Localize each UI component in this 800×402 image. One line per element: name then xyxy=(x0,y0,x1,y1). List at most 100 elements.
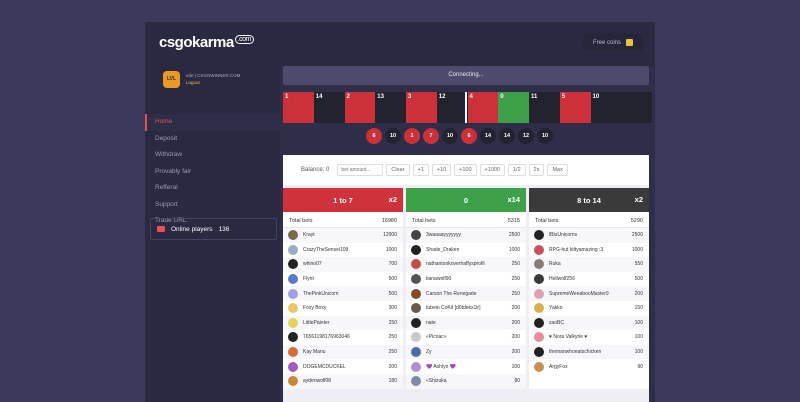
avatar xyxy=(411,376,421,387)
site-logo[interactable]: csgokarma .com xyxy=(159,34,254,51)
bettor-name: tianawolf90 xyxy=(426,276,452,283)
place-bet-button[interactable]: 1 to 7 x2 xyxy=(283,188,403,212)
free-coins-button[interactable]: Free coins xyxy=(583,34,643,51)
bet-amount: 200 xyxy=(388,363,397,370)
bettor-name: RPG-hut kittyamazing :3 xyxy=(549,246,604,253)
connection-status: Connecting... xyxy=(283,66,649,85)
bet-row: CrazyTheSensei109 1000 xyxy=(283,243,403,258)
avatar xyxy=(288,361,298,372)
history-ball: 12 xyxy=(518,128,534,144)
history-ball: 6 xyxy=(461,128,477,144)
plus-1-button[interactable]: +1 xyxy=(412,164,429,176)
bettor-name: Krayt xyxy=(303,232,315,239)
roulette-cell: 3 xyxy=(406,92,437,123)
bet-amount: 250 xyxy=(388,349,397,356)
roulette-strip: 1 14 2 13 3 12 4 0 11 5 10 xyxy=(283,92,652,123)
bettor-name: Flynt xyxy=(303,276,314,283)
avatar xyxy=(288,274,298,285)
bet-amount: 100 xyxy=(634,319,643,326)
sidebar-item-deposit[interactable]: Deposit xyxy=(145,131,280,148)
multiplier-label: x2 xyxy=(388,195,397,204)
roulette-cell: 10 xyxy=(590,92,622,123)
bet-row: «Shizuka 80 xyxy=(406,373,526,389)
history-ball: 1 xyxy=(404,128,420,144)
bet-row: aydenwolf08 180 xyxy=(283,373,403,389)
bet-column-red: 1 to 7 x2 Total bets 16980 Krayt 12000 CrazyTh… xyxy=(283,188,403,389)
half-button[interactable]: 1/2 xyxy=(508,164,526,176)
history-ball: 6 xyxy=(366,128,382,144)
sidebar-item-home[interactable]: Home xyxy=(145,114,280,131)
bettor-name: zaoBC xyxy=(549,319,565,326)
sidebar-item-withdraw[interactable]: Withdraw xyxy=(145,147,280,164)
clear-button[interactable]: Clear xyxy=(386,164,410,176)
bet-amount: 100 xyxy=(634,334,643,341)
avatar xyxy=(411,361,421,372)
bettor-name: 76561198176963046 xyxy=(303,334,350,341)
avatar xyxy=(534,361,544,372)
history-ball: 14 xyxy=(480,128,496,144)
avatar xyxy=(288,376,298,387)
bet-list: lBluUnicorns 2500 RPG-hut kittyamazing :3 1… xyxy=(529,228,649,374)
avatar xyxy=(288,317,298,328)
bet-row: nathantookoverhaffysprofil 250 xyxy=(406,257,526,272)
bet-row: ArgyFox 90 xyxy=(529,359,649,374)
avatar xyxy=(411,274,421,285)
place-bet-button[interactable]: 8 to 14 x2 xyxy=(529,188,649,212)
bet-amount: 700 xyxy=(388,261,397,268)
roulette-cell: 0 xyxy=(498,92,529,123)
bet-column-green: 0 x14 Total bets 5315 3waaaayyyyyyy 2500 Shade… xyxy=(406,188,526,389)
double-button[interactable]: 2x xyxy=(528,164,545,176)
bettor-name: Yakko xyxy=(549,305,563,312)
bettor-name: ThePinkUnicorn xyxy=(303,290,339,297)
plus-1000-button[interactable]: +1000 xyxy=(479,164,505,176)
players-icon xyxy=(157,226,165,232)
balance-display: Balance: 0 xyxy=(301,167,329,173)
bettor-name: Zy xyxy=(426,349,432,356)
max-button[interactable]: Max xyxy=(547,164,568,176)
roulette-cell xyxy=(621,92,652,123)
multiplier-label: x14 xyxy=(507,195,520,204)
bet-row: DOGEMCDUCKEL 200 xyxy=(283,359,403,374)
bet-row: SupremeWeeabooMaster9 200 xyxy=(529,286,649,301)
history-ball: 10 xyxy=(442,128,458,144)
bettor-name: Foxy Boxy xyxy=(303,305,327,312)
bet-row: Foxy Boxy 300 xyxy=(283,301,403,316)
logo-accent-text: karma xyxy=(192,34,234,51)
plus-10-button[interactable]: +10 xyxy=(431,164,452,176)
bet-row: Shade_Draken 1000 xyxy=(406,243,526,258)
place-bet-button[interactable]: 0 x14 xyxy=(406,188,526,212)
roulette-cell: 1 xyxy=(283,92,314,123)
bettor-name: LittlePainter xyxy=(303,319,330,326)
bettor-name: 3waaaayyyyyyy xyxy=(426,232,462,239)
sidebar-item-provably-fair[interactable]: Provably fair xyxy=(145,164,280,181)
plus-100-button[interactable]: +100 xyxy=(454,164,477,176)
bet-amount-input[interactable] xyxy=(337,164,384,176)
app-window: csgokarma .com Free coins LVL ede | CSGOW… xyxy=(145,22,655,402)
bettor-name: nate xyxy=(426,319,436,326)
avatar xyxy=(534,288,544,299)
avatar xyxy=(534,274,544,285)
user-profile: LVL ede | CSGOWINNER.COM Logout xyxy=(163,66,240,92)
bet-amount: 80 xyxy=(514,378,520,385)
total-bets-label: Total bets xyxy=(412,217,436,224)
bet-amount: 200 xyxy=(511,305,520,312)
bet-amount: 1000 xyxy=(508,246,520,253)
bet-row: tianawolf90 250 xyxy=(406,272,526,287)
history-ball: 7 xyxy=(423,128,439,144)
betting-panel: Balance: 0 Clear +1 +10 +100 +1000 1/2 2… xyxy=(283,155,649,402)
bet-row: ThePinkUnicorn 500 xyxy=(283,286,403,301)
avatar xyxy=(411,347,421,358)
avatar xyxy=(288,332,298,343)
roulette-cell: 14 xyxy=(313,92,345,123)
bet-range-label: 0 xyxy=(463,195,469,205)
roulette-cell: 2 xyxy=(344,92,376,123)
avatar xyxy=(288,303,298,314)
user-avatar[interactable]: LVL xyxy=(163,70,180,88)
sidebar-item-refferal[interactable]: Refferal xyxy=(145,180,280,197)
bet-row: Hellwolf256 500 xyxy=(529,272,649,287)
sidebar-item-support[interactable]: Support xyxy=(145,197,280,214)
bet-row: whino07 700 xyxy=(283,257,403,272)
bettor-name: Ruka xyxy=(549,261,561,268)
avatar xyxy=(411,244,421,255)
logout-link[interactable]: Logout xyxy=(186,79,240,86)
